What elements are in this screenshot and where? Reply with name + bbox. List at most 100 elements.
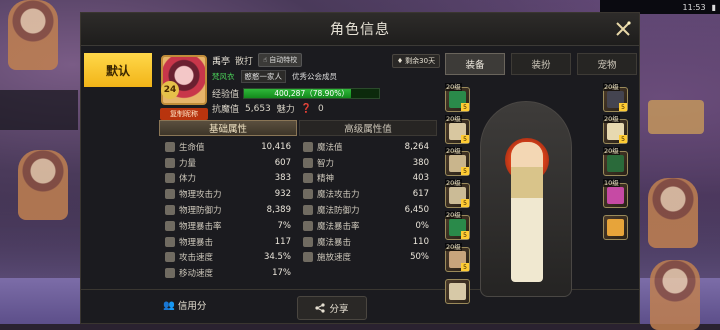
stat-label: 魔法暴击率 xyxy=(317,221,360,232)
stats-row: 力量 607 智力 380 xyxy=(161,155,437,171)
equipment-slot[interactable]: 20级 5 xyxy=(603,115,628,144)
stat-label: 移动速度 xyxy=(179,269,214,280)
equipment-slot[interactable] xyxy=(445,279,470,304)
share-icon xyxy=(315,303,326,313)
equipment-slot[interactable]: 20级 5 xyxy=(445,115,470,144)
stat-icon xyxy=(165,268,175,279)
stat-cell: 物理暴击率 7% xyxy=(161,220,299,232)
stat-value: 110 xyxy=(412,236,429,247)
guild-tag: 憨憨一家人 xyxy=(240,70,286,83)
stats-row: 物理攻击力 932 魔法攻击力 617 xyxy=(161,186,437,202)
equipment-level: 10级 xyxy=(603,179,620,187)
guild-row: 梵风衣 憨憨一家人 优秀公会成员 xyxy=(212,70,337,83)
character-portrait[interactable] xyxy=(480,101,572,297)
equipment-gem-badge: 5 xyxy=(461,167,469,175)
stat-icon xyxy=(303,173,313,184)
stat-value: 383 xyxy=(274,173,291,184)
stat-label: 智力 xyxy=(317,158,335,169)
hand-icon: ☝ xyxy=(263,56,268,64)
stat-cell: 魔法攻击力 617 xyxy=(299,188,437,200)
equipment-slot[interactable]: 20级 5 xyxy=(445,211,470,240)
stat-cell: 施放速度 50% xyxy=(299,251,437,263)
status-time: 11:53 xyxy=(682,2,706,12)
resist-value: 5,653 xyxy=(245,103,271,114)
equipment-slot[interactable]: 20级 5 xyxy=(445,179,470,208)
stat-value: 380 xyxy=(412,157,429,168)
stat-value: 932 xyxy=(274,189,291,200)
stat-label: 攻击速度 xyxy=(179,253,214,264)
equipment-slot[interactable]: 20级 5 xyxy=(445,83,470,112)
stat-value: 50% xyxy=(410,252,429,263)
stat-icon xyxy=(303,141,313,152)
stat-label: 魔法攻击力 xyxy=(317,190,360,201)
stat-label: 魔法暴击 xyxy=(317,237,352,248)
equipment-slot[interactable]: 10级 xyxy=(603,179,628,208)
charm-label: 魅力 xyxy=(276,105,295,115)
stat-cell: 物理攻击力 932 xyxy=(161,188,299,200)
stat-cell: 物理暴击 117 xyxy=(161,236,299,248)
stat-value: 607 xyxy=(274,157,291,168)
stat-icon xyxy=(303,236,313,247)
stat-label: 物理防御力 xyxy=(179,206,222,217)
stat-icon xyxy=(165,252,175,263)
vip-badge[interactable]: ♦ 剩余30天 xyxy=(392,54,440,68)
equipment-level: 20级 xyxy=(603,83,620,91)
guild-role: 优秀公会成员 xyxy=(292,72,337,81)
player-class: 散打 xyxy=(235,56,254,67)
battery-icon: ▮ xyxy=(711,2,716,12)
equipment-gem-badge: 5 xyxy=(619,103,627,111)
equipment-level: 20级 xyxy=(445,211,462,219)
stat-icon xyxy=(165,205,175,216)
resist-label: 抗魔值 xyxy=(212,105,240,115)
equipment-slot[interactable]: 20级 5 xyxy=(445,243,470,272)
stat-icon xyxy=(165,189,175,200)
credit-score-button[interactable]: 👥 信用分 xyxy=(163,298,206,313)
tab-advanced-stats[interactable]: 高级属性值 xyxy=(299,120,437,136)
stat-value: 10,416 xyxy=(261,141,291,152)
equipment-gem-badge: 5 xyxy=(461,135,469,143)
equipment-slot[interactable]: 20级 xyxy=(603,147,628,176)
equipment-slot[interactable]: 20级 5 xyxy=(603,83,628,112)
stats-row: 物理暴击 117 魔法暴击 110 xyxy=(161,234,437,250)
equipment-slot[interactable] xyxy=(603,215,628,240)
stats-row: 移动速度 17% xyxy=(161,265,437,281)
player-name: 禹亭 xyxy=(212,56,231,67)
share-button[interactable]: 分享 xyxy=(297,296,367,320)
tab-default[interactable]: 默认 xyxy=(84,53,152,87)
equipment-level: 20级 xyxy=(445,243,462,251)
stat-label: 物理暴击率 xyxy=(179,221,222,232)
stat-icon xyxy=(165,157,175,168)
equipment-level: 20级 xyxy=(445,83,462,91)
close-button[interactable] xyxy=(611,17,635,41)
tab-costume[interactable]: 装扮 xyxy=(511,53,571,75)
auto-button[interactable]: ☝ 自动特校 xyxy=(258,53,303,67)
stat-label: 物理攻击力 xyxy=(179,190,222,201)
stat-cell: 力量 607 xyxy=(161,157,299,169)
equipment-level: 20级 xyxy=(603,115,620,123)
background-character xyxy=(8,0,58,70)
right-tabs: 装备 装扮 宠物 xyxy=(445,53,637,75)
equipment-item-icon xyxy=(607,187,624,204)
tab-equipment[interactable]: 装备 xyxy=(445,53,505,75)
equipment-level: 20级 xyxy=(603,147,620,155)
stat-value: 0% xyxy=(415,220,430,231)
equipment-level: 20级 xyxy=(445,115,462,123)
stat-cell: 魔法防御力 6,450 xyxy=(299,204,437,216)
title-bar: 角色信息 xyxy=(81,13,639,46)
copy-nickname-button[interactable]: 复制昵称 xyxy=(160,108,208,120)
tab-basic-stats[interactable]: 基础属性 xyxy=(159,120,297,136)
charm-value: 0 xyxy=(318,103,324,114)
stat-label: 精神 xyxy=(317,174,335,185)
background-sign xyxy=(648,100,704,134)
equipment-slot[interactable]: 20级 5 xyxy=(445,147,470,176)
stat-icon xyxy=(165,220,175,231)
name-row: 禹亭 散打 ☝ 自动特校 xyxy=(212,53,303,67)
guild-name[interactable]: 梵风衣 xyxy=(212,71,235,82)
character-info-window: 角色信息 默认 24 复制昵称 禹亭 散打 ☝ 自动特校 梵风衣 憨憨一家人 优… xyxy=(80,12,640,324)
people-icon: 👥 xyxy=(163,299,175,311)
stat-cell: 移动速度 17% xyxy=(161,267,299,279)
stat-cell: 攻击速度 34.5% xyxy=(161,251,299,263)
portrait-character xyxy=(511,142,543,282)
tab-pet[interactable]: 宠物 xyxy=(577,53,637,75)
equipment-item-icon xyxy=(449,283,466,300)
